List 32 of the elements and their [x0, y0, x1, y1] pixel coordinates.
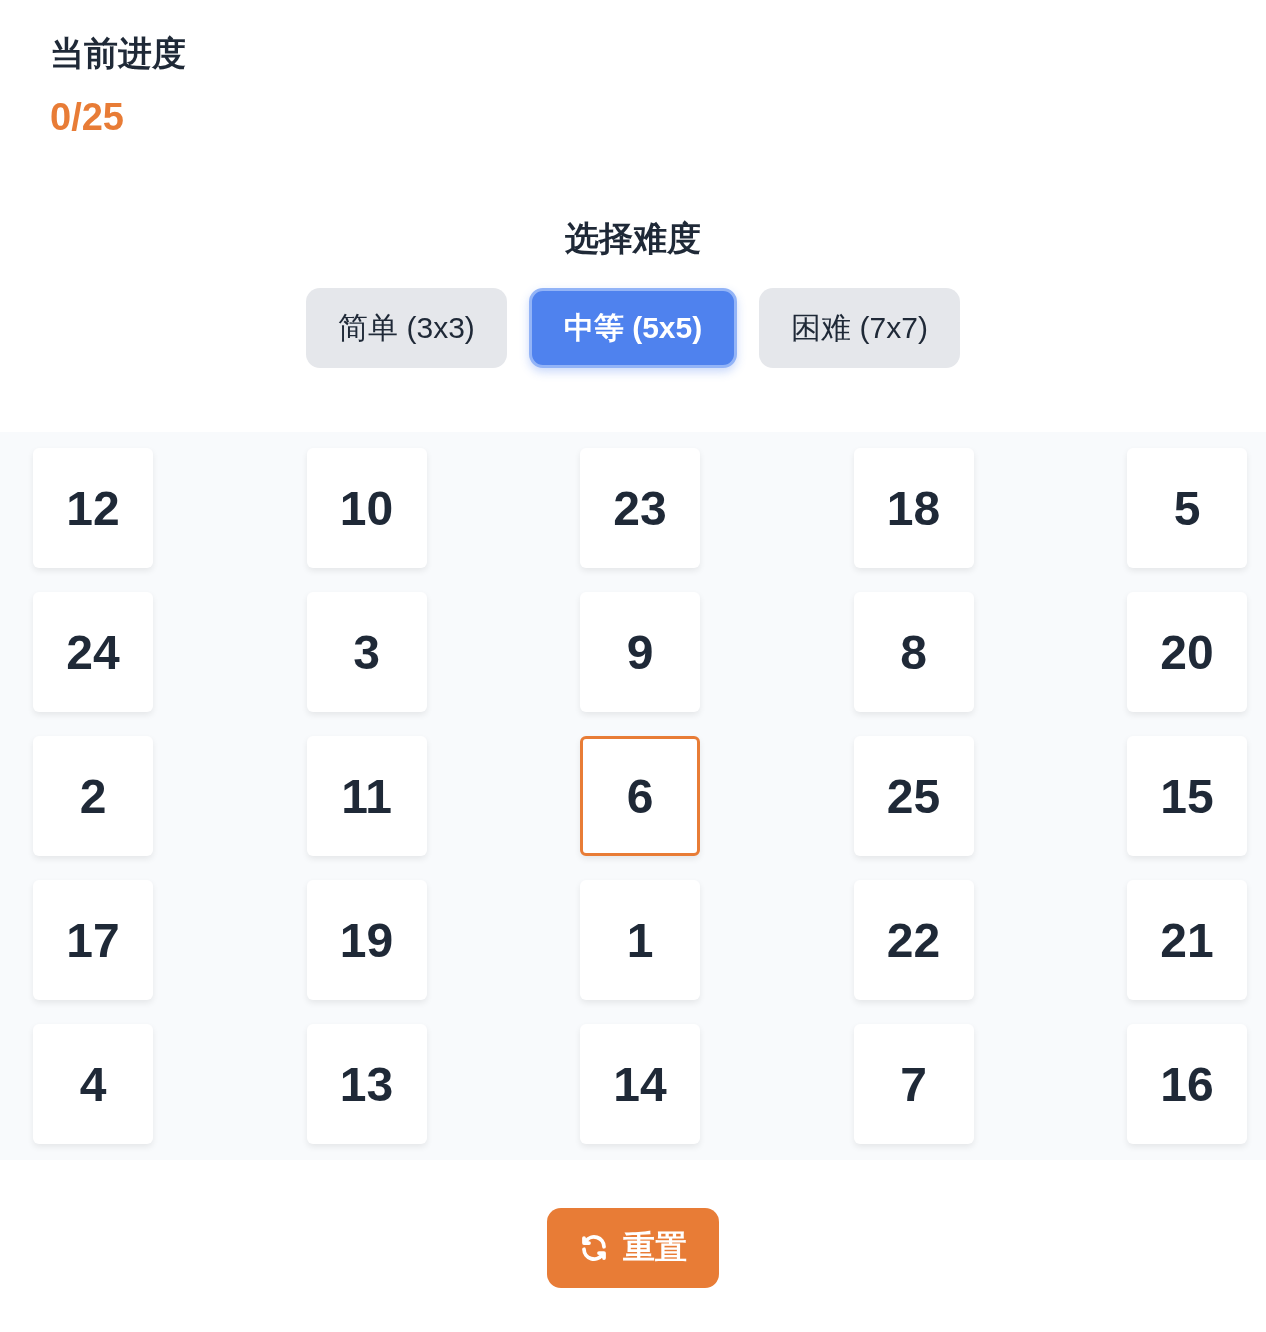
- number-tile[interactable]: 14: [580, 1024, 700, 1144]
- number-tile[interactable]: 6: [580, 736, 700, 856]
- number-tile[interactable]: 15: [1127, 736, 1247, 856]
- number-tile[interactable]: 7: [853, 1024, 974, 1144]
- number-tile[interactable]: 24: [33, 592, 153, 712]
- number-tile[interactable]: 20: [1127, 592, 1247, 712]
- refresh-icon: [579, 1233, 609, 1263]
- number-tile[interactable]: 9: [580, 592, 700, 712]
- number-tile[interactable]: 21: [1127, 880, 1247, 1000]
- number-tile[interactable]: 23: [580, 448, 700, 568]
- number-tile[interactable]: 4: [33, 1024, 153, 1144]
- number-tile[interactable]: 8: [853, 592, 974, 712]
- difficulty-button[interactable]: 中等 (5x5): [528, 288, 738, 368]
- progress-value: 0/25: [50, 96, 125, 138]
- number-tile[interactable]: 2: [33, 736, 153, 856]
- number-tile[interactable]: 3: [306, 592, 427, 712]
- number-tile[interactable]: 1: [580, 880, 700, 1000]
- number-tile[interactable]: 17: [33, 880, 153, 1000]
- difficulty-button[interactable]: 简单 (3x3): [306, 288, 507, 368]
- number-tile[interactable]: 19: [306, 880, 427, 1000]
- number-tile[interactable]: 25: [853, 736, 974, 856]
- number-tile[interactable]: 16: [1127, 1024, 1247, 1144]
- progress-label: 当前进度: [50, 33, 187, 74]
- number-tile[interactable]: 13: [306, 1024, 427, 1144]
- number-tile[interactable]: 18: [853, 448, 974, 568]
- number-tile[interactable]: 5: [1127, 448, 1247, 568]
- number-tile[interactable]: 12: [33, 448, 153, 568]
- difficulty-title: 选择难度: [565, 218, 701, 259]
- number-tile[interactable]: 11: [306, 736, 427, 856]
- number-tile[interactable]: 10: [306, 448, 427, 568]
- difficulty-button[interactable]: 困难 (7x7): [759, 288, 960, 368]
- number-tile[interactable]: 22: [853, 880, 974, 1000]
